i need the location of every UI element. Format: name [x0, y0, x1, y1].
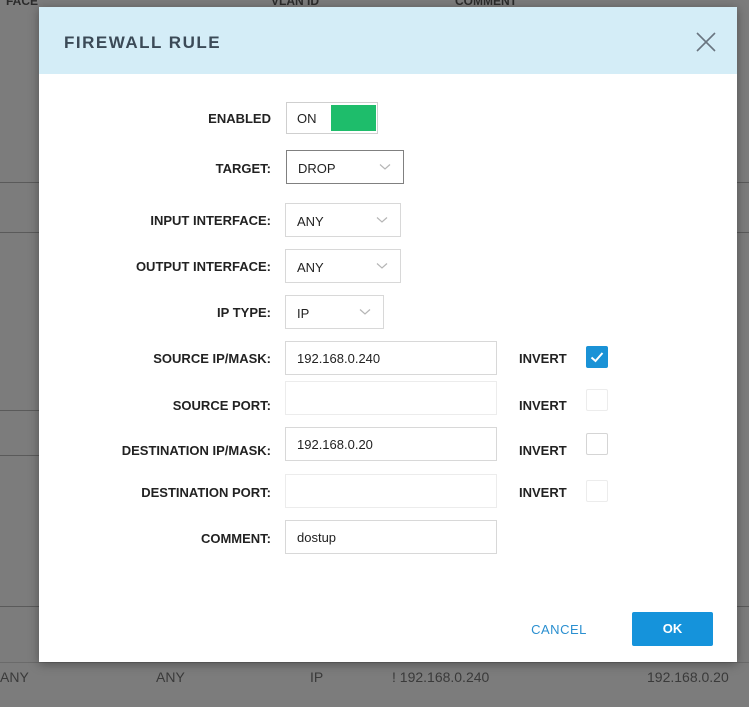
bg-cell-output: ANY: [156, 669, 185, 685]
target-label: TARGET:: [215, 161, 271, 176]
source-ip-invert-label: INVERT: [519, 351, 567, 366]
source-port-label: SOURCE PORT:: [172, 398, 271, 413]
dialog-title: FIREWALL RULE: [64, 33, 222, 52]
source-ip-input[interactable]: [285, 341, 497, 375]
bg-cell-input: ANY: [0, 669, 29, 685]
destination-port-input[interactable]: [285, 474, 497, 508]
cancel-button[interactable]: CANCEL: [519, 615, 599, 645]
destination-ip-invert-label: INVERT: [519, 443, 567, 458]
bg-divider: [0, 606, 39, 607]
output-interface-value: ANY: [297, 260, 324, 275]
enabled-label: ENABLED: [208, 111, 271, 126]
ok-button[interactable]: OK: [632, 612, 713, 646]
destination-ip-input[interactable]: [285, 427, 497, 461]
close-button[interactable]: [694, 30, 718, 54]
firewall-rule-dialog: FIREWALL RULE ENABLED ON TARGET: DROP IN…: [39, 7, 737, 662]
enabled-toggle[interactable]: ON: [286, 102, 378, 134]
toggle-state-text: ON: [297, 111, 317, 126]
bg-divider: [0, 232, 39, 233]
bg-divider: [737, 606, 749, 607]
ip-type-label: IP TYPE:: [217, 305, 271, 320]
destination-ip-invert-checkbox[interactable]: [586, 433, 608, 455]
bg-cell-destination: 192.168.0.20: [647, 669, 729, 685]
target-value: DROP: [298, 161, 336, 176]
output-interface-label: OUTPUT INTERFACE:: [135, 259, 271, 274]
check-icon: [590, 352, 604, 363]
bg-divider: [0, 410, 39, 411]
bg-divider: [737, 182, 749, 183]
input-interface-label: INPUT INTERFACE:: [150, 213, 271, 228]
comment-input[interactable]: [285, 520, 497, 554]
bg-divider: [0, 662, 749, 663]
ip-type-value: IP: [297, 306, 310, 321]
bg-cell-ip-type: IP: [310, 669, 324, 685]
source-ip-invert-checkbox[interactable]: [586, 346, 608, 368]
chevron-down-icon: [359, 309, 371, 315]
close-icon: [696, 32, 716, 52]
toggle-knob: [331, 105, 376, 131]
bg-column-header: FACE: [6, 0, 39, 8]
bg-divider: [0, 182, 39, 183]
bg-cell-source: ! 192.168.0.240: [392, 669, 490, 685]
chevron-down-icon: [379, 164, 391, 170]
destination-port-invert-label: INVERT: [519, 485, 567, 500]
dialog-header: FIREWALL RULE: [39, 7, 737, 74]
destination-port-label: DESTINATION PORT:: [141, 485, 271, 500]
bg-divider: [737, 232, 749, 233]
input-interface-select[interactable]: ANY: [285, 203, 401, 237]
output-interface-select[interactable]: ANY: [285, 249, 401, 283]
source-ip-label: SOURCE IP/MASK:: [153, 351, 271, 366]
destination-ip-label: DESTINATION IP/MASK:: [121, 443, 271, 458]
target-select[interactable]: DROP: [286, 150, 404, 184]
source-port-invert-label: INVERT: [519, 398, 567, 413]
source-port-invert-checkbox[interactable]: [586, 389, 608, 411]
chevron-down-icon: [376, 217, 388, 223]
source-port-input[interactable]: [285, 381, 497, 415]
comment-label: COMMENT:: [200, 531, 271, 546]
chevron-down-icon: [376, 263, 388, 269]
input-interface-value: ANY: [297, 214, 324, 229]
ip-type-select[interactable]: IP: [285, 295, 384, 329]
destination-port-invert-checkbox[interactable]: [586, 480, 608, 502]
bg-divider: [0, 455, 39, 456]
